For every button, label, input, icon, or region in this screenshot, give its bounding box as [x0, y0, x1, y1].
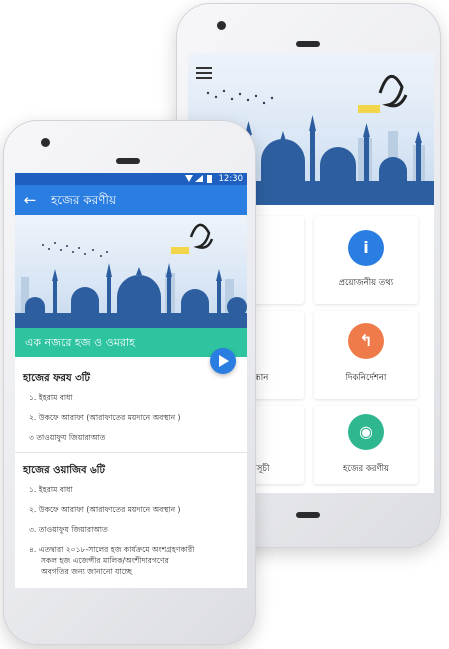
list-item: ১. ইহরাম বাধা — [29, 393, 73, 402]
front-camera — [41, 138, 50, 147]
back-arrow-icon[interactable]: ← — [21, 191, 39, 209]
status-time: 12:30 — [218, 174, 244, 184]
signal-battery-icon — [185, 175, 212, 183]
front-screen: 12:30 ← হজের করণীয় এক নজরে হজ ও ওমরাহ হ… — [15, 173, 247, 588]
list-item: ২. উকফে আরাফা (আরাফাতের ময়দানে অবস্থান … — [29, 505, 181, 514]
status-bar: 12:30 — [15, 173, 247, 185]
front-camera — [217, 21, 226, 30]
list-item: ১. ইহরাম বাধা — [29, 485, 73, 494]
mosque-banner — [15, 215, 247, 328]
play-icon — [219, 355, 229, 367]
tile-necessary-info[interactable]: i প্রয়োজনীয় তথ্য — [314, 216, 418, 304]
list-item-continued: অবগতির জন্য জানানো যাচ্ছে — [41, 567, 132, 576]
play-button[interactable] — [210, 348, 236, 374]
section-title: হাজের ওয়াজিব ৬টি — [23, 465, 105, 476]
earpiece-speaker — [116, 158, 140, 164]
app-bar: ← হজের করণীয় — [15, 185, 247, 215]
section-header-title: এক নজরে হজ ও ওমরাহ — [25, 336, 135, 349]
list-item: ৩ তাওয়াফুয জিয়ারাআত — [29, 433, 106, 442]
tile-hajj-duties[interactable]: ◉ হজের করণীয় — [314, 406, 418, 484]
tile-label: দিকনির্দেশনা — [345, 373, 387, 383]
earpiece-speaker — [296, 41, 320, 47]
content-list: হাজের ফরয ৩টি ১. ইহরাম বাধা ২. উকফে আরাফ… — [15, 357, 247, 588]
info-icon: i — [348, 230, 384, 266]
list-item: ২. উকফে আরাফা (আরাফাতের ময়দানে অবস্থান … — [29, 413, 181, 422]
front-phone: 12:30 ← হজের করণীয় এক নজরে হজ ও ওমরাহ হ… — [3, 120, 256, 645]
home-button — [296, 512, 320, 518]
list-item: ৪. এতদ্বারা ২০১৮-সালের হজ কার্যক্রমে অংশ… — [29, 545, 195, 554]
tile-label: হজের করণীয় — [342, 464, 390, 474]
mosque-skyline-illustration — [15, 223, 247, 328]
direction-icon: ↰ — [348, 323, 384, 359]
audio-icon: ◉ — [348, 414, 384, 450]
list-item-continued: সকল হজ এজেন্সীর মালিক/অংশীদারগণের — [41, 556, 169, 565]
divider — [15, 452, 247, 453]
list-item: ৩. তাওয়াফুয জিয়ারাআত — [29, 525, 108, 534]
tile-directions[interactable]: ↰ দিকনির্দেশনা — [314, 311, 418, 399]
tile-label: প্রয়োজনীয় তথ্য — [338, 278, 394, 288]
page-title: হজের করণীয় — [51, 193, 117, 207]
section-title: হাজের ফরয ৩টি — [23, 373, 90, 384]
hamburger-icon[interactable] — [196, 67, 212, 79]
